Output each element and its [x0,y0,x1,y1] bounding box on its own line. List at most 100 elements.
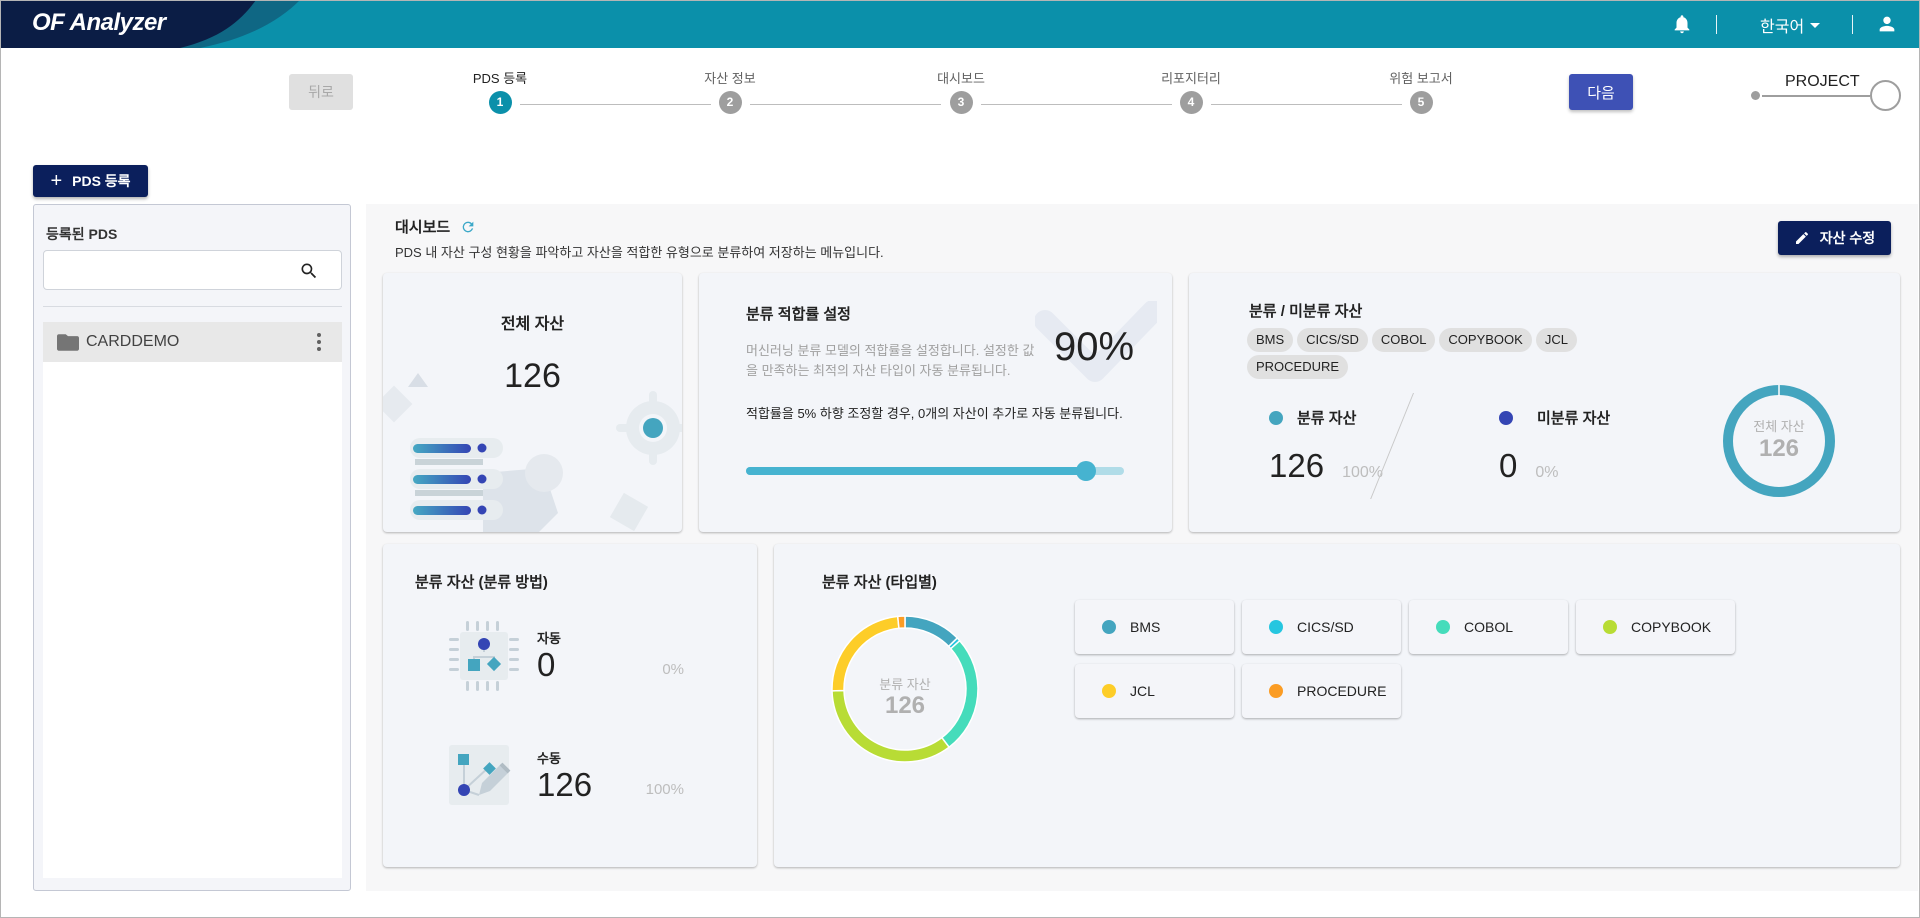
fit-rate-slider[interactable] [746,461,1124,481]
step-pds-register[interactable]: PDS 등록 1 [440,70,560,114]
unclassified-stat: 0 0% [1499,447,1558,485]
unclassified-label: 미분류 자산 [1537,410,1611,427]
manual-percent: 100% [645,781,684,798]
pencil-icon [1795,231,1808,244]
legend-label: COPYBOOK [1631,619,1712,635]
app-logo[interactable]: OF Analyzer [32,9,166,37]
plus-icon: + [50,170,63,192]
total-assets-title: 전체 자산 [500,316,565,333]
classified-value: 126 [1269,447,1325,484]
donut-center-value: 126 [884,692,926,719]
legend-label: CICS/SD [1297,619,1354,635]
manual-edit-icon [449,745,511,805]
user-icon[interactable] [1876,13,1898,35]
folder-icon [57,333,79,351]
project-progress-line [1762,95,1870,97]
step-label: 리포지터리 [1161,71,1221,86]
back-button[interactable]: 뒤로 [289,74,353,110]
legend-dot-icon [1436,620,1450,634]
legend-dot-icon [1269,684,1283,698]
manual-value: 126 [537,766,593,803]
pds-list-title: 등록된 PDS [46,226,118,242]
dashboard-title: 대시보드 [395,216,476,237]
classified-unclassified-title: 분류 / 미분류 자산 [1249,303,1363,320]
language-selector[interactable]: 한국어 [1760,13,1821,37]
step-dashboard[interactable]: 대시보드 3 [901,70,1021,114]
legend-label: BMS [1130,619,1161,635]
step-label: 위험 보고서 [1389,71,1453,86]
refresh-icon[interactable] [460,219,476,235]
step-number: 2 [718,91,742,114]
app-header: OF Analyzer 한국어 [0,0,1920,48]
header-divider [1852,15,1853,34]
more-options-icon[interactable] [316,332,322,352]
classified-legend: 분류 자산 [1269,407,1356,428]
unclassified-dot-icon [1499,410,1513,425]
fit-rate-note: 적합률을 5% 하향 조정할 경우, 0개의 자산이 추가로 자동 분류됩니다. [746,406,1123,421]
unclassified-percent: 0% [1535,464,1559,481]
legend-label: JCL [1130,683,1155,699]
legend-item-bms[interactable]: BMS [1075,600,1234,654]
edit-assets-button[interactable]: 자산 수정 [1778,221,1891,255]
ring-label: 전체 자산 [1753,419,1805,434]
auto-label: 자동 [537,631,561,646]
step-risk-report[interactable]: 위험 보고서 5 [1361,70,1481,114]
pds-item-name: CARDDEMO [86,333,180,350]
step-label: 자산 정보 [704,71,756,86]
chip: COBOL [1371,328,1436,352]
legend-label: COBOL [1464,619,1514,635]
next-button[interactable]: 다음 [1569,74,1633,110]
classified-label: 분류 자산 [1297,410,1357,427]
language-label: 한국어 [1760,19,1805,36]
legend-item-copybook[interactable]: COPYBOOK [1576,600,1735,654]
pds-search-input[interactable] [44,251,294,289]
chip-auto-icon [449,621,519,691]
pds-list: CARDDEMO [43,322,342,878]
legend-dot-icon [1603,620,1617,634]
chip: CICS/SD [1297,328,1368,352]
step-label: 대시보드 [937,71,985,86]
add-pds-button[interactable]: + PDS 등록 [33,165,148,197]
classified-stat: 126 100% [1269,447,1383,485]
header-divider [1716,15,1717,34]
step-number: 3 [949,91,973,114]
pds-list-panel: 등록된 PDS CARDDEMO [33,204,351,891]
slider-thumb[interactable] [1076,461,1097,481]
classification-method-card: 분류 자산 (분류 방법) 자동 0 0% 수동 126 100% [383,544,757,867]
divider [43,306,342,307]
chip: COPYBOOK [1439,328,1532,352]
legend-item-cobol[interactable]: COBOL [1409,600,1568,654]
legend-label: PROCEDURE [1297,683,1387,699]
step-label: PDS 등록 [472,71,528,86]
pds-list-item[interactable]: CARDDEMO [43,322,342,362]
auto-value: 0 [537,646,556,683]
donut-slice-procedure[interactable] [896,615,906,630]
step-repository[interactable]: 리포지터리 4 [1131,70,1251,114]
chip: JCL [1535,328,1577,352]
legend-item-procedure[interactable]: PROCEDURE [1242,664,1401,718]
total-assets-card: 전체 자산 126 [383,273,682,532]
step-asset-info[interactable]: 자산 정보 2 [670,70,790,114]
legend-item-jcl[interactable]: JCL [1075,664,1234,718]
legend-dot-icon [1102,684,1116,698]
slider-fill [746,467,1087,475]
auto-percent: 0% [662,661,684,678]
total-assets-value: 126 [504,357,561,395]
chip: BMS [1247,328,1294,352]
unclassified-value: 0 [1499,447,1518,484]
asset-type-chips: BMS CICS/SD COBOL COPYBOOK JCL PROCEDURE [1247,328,1577,379]
search-icon[interactable] [299,261,319,281]
donut-slice-bms[interactable] [904,615,959,648]
add-pds-label: PDS 등록 [72,173,131,189]
unclassified-legend: 미분류 자산 [1499,407,1610,428]
fit-rate-description: 머신러닝 분류 모델의 적합률을 설정합니다. 설정한 값을 만족하는 최적의 … [746,343,1035,378]
bell-icon[interactable] [1671,13,1693,35]
divider-slash [1370,393,1414,499]
dashboard-title-text: 대시보드 [395,219,451,236]
donut-center-label: 분류 자산 [879,677,931,692]
project-progress-dot [1751,91,1760,100]
step-number: 4 [1179,91,1203,114]
classified-unclassified-card: 분류 / 미분류 자산 BMS CICS/SD COBOL COPYBOOK J… [1189,273,1900,532]
ring-value: 126 [1758,435,1800,462]
legend-item-cics-sd[interactable]: CICS/SD [1242,600,1401,654]
